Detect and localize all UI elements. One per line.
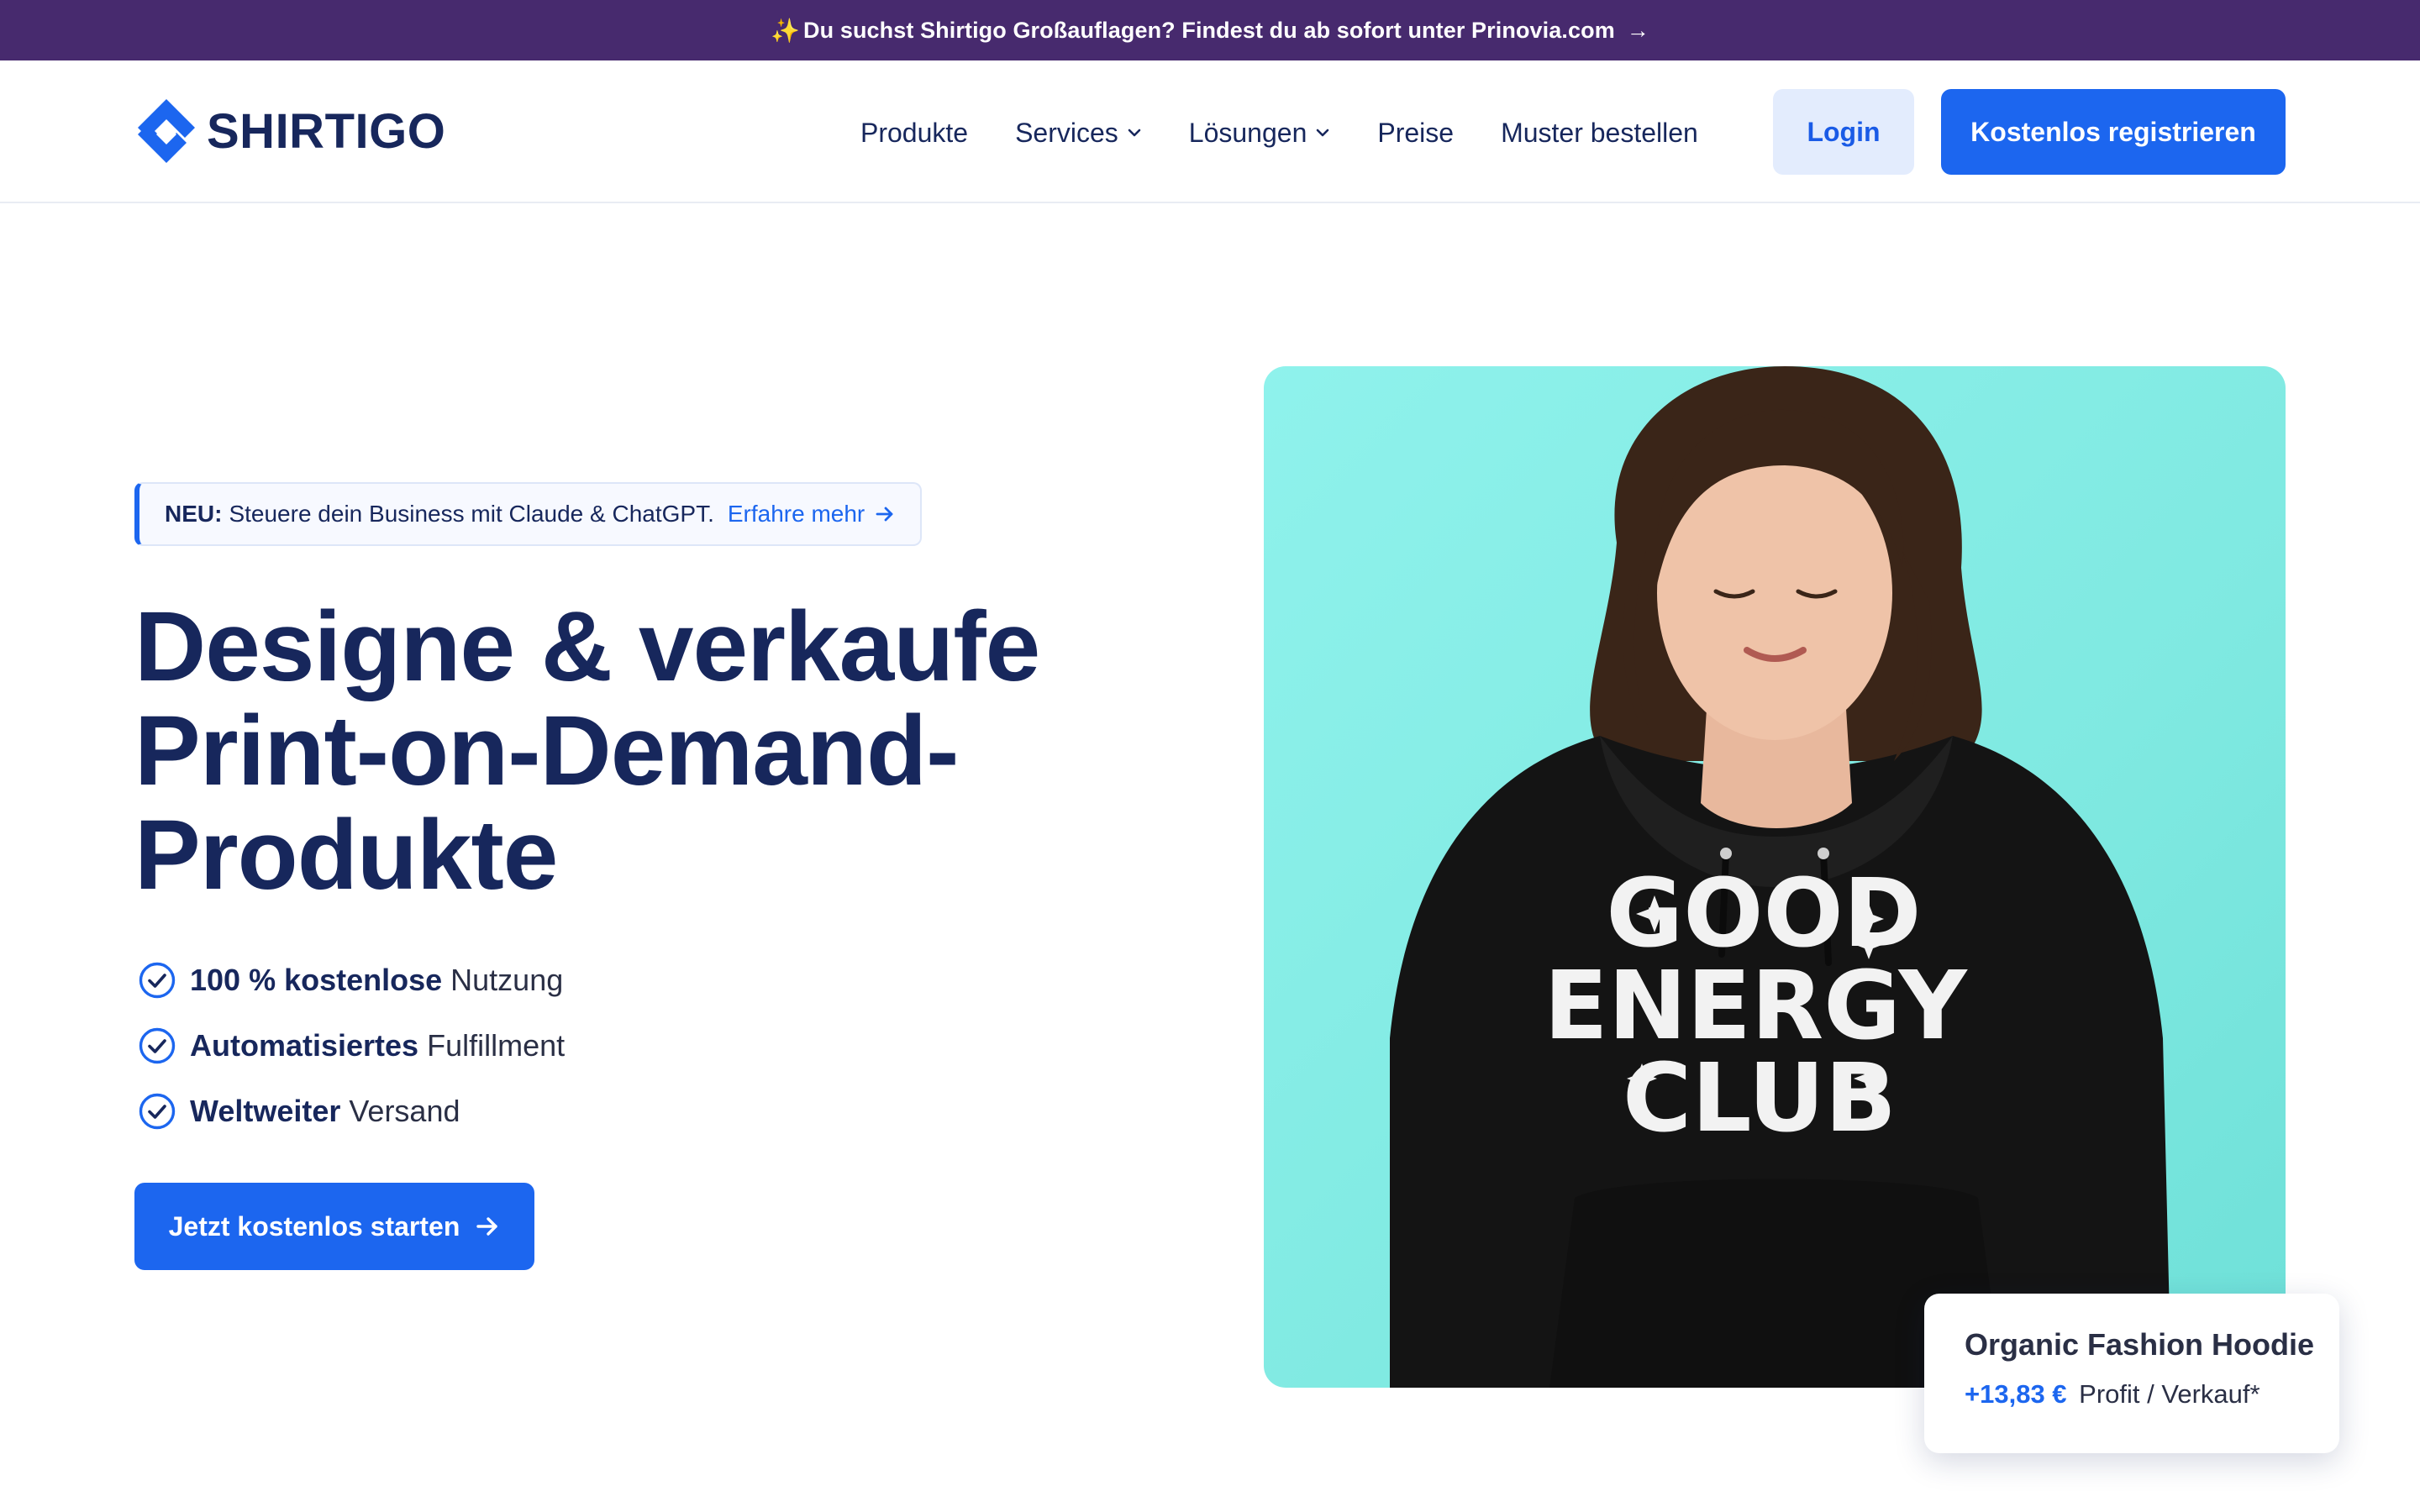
announcement-text: Du suchst Shirtigo Großauflagen? Findest… (803, 17, 1615, 43)
profit-suffix: Profit / Verkauf* (2079, 1379, 2260, 1409)
hero-title-line: Designe & verkaufe (134, 591, 1040, 702)
nav-item-produkte[interactable]: Produkte (860, 118, 968, 149)
nav-item-muster-bestellen[interactable]: Muster bestellen (1501, 118, 1698, 149)
pill-badge: NEU: (165, 501, 223, 527)
profit-value: +13,83 € (1965, 1379, 2067, 1409)
product-name: Organic Fashion Hoodie (1965, 1327, 2315, 1362)
arrow-right-icon: → (1626, 17, 1649, 43)
announcement-bar[interactable]: ✨ Du suchst Shirtigo Großauflagen? Finde… (0, 0, 2420, 60)
learn-more-label: Erfahre mehr (727, 501, 865, 527)
chevron-down-icon (1317, 129, 1329, 137)
check-circle-icon (139, 962, 176, 999)
feature-item: Weltweiter Versand (138, 1079, 565, 1144)
logo-text: SHIRTIGO (207, 103, 446, 159)
nav-label: Lösungen (1188, 117, 1307, 148)
nav-item-preise[interactable]: Preise (1377, 118, 1454, 149)
pill-text: Steuere dein Business mit Claude & ChatG… (229, 501, 714, 527)
nav-item-services[interactable]: Services (1015, 118, 1142, 149)
feature-item: 100 % kostenlose Nutzung (138, 948, 565, 1013)
chevron-down-icon (1128, 129, 1141, 137)
sparkle-icon: ✨ (771, 17, 801, 44)
hero-product-image: GOOD ENERGY CLUB (1264, 366, 2286, 1388)
arrow-right-icon (876, 507, 893, 522)
feature-text: Fulfillment (427, 1028, 566, 1063)
nav-label: Services (1015, 117, 1118, 148)
feature-text: Nutzung (450, 963, 564, 997)
start-free-button[interactable]: Jetzt kostenlos starten (134, 1183, 534, 1270)
shirtigo-logo-icon (138, 99, 195, 163)
register-button[interactable]: Kostenlos registrieren (1941, 89, 2286, 175)
hero-title: Designe & verkaufe Print-on-Demand- Prod… (134, 595, 1176, 907)
hero-title-line: Produkte (134, 800, 558, 911)
feature-item: Automatisiertes Fulfillment (138, 1013, 565, 1079)
cta-label: Jetzt kostenlos starten (168, 1210, 460, 1242)
hero-title-line: Print-on-Demand- (134, 696, 959, 806)
nav-label: Produkte (860, 117, 969, 148)
profit-line: +13,83 € Profit / Verkauf* (1965, 1379, 2339, 1410)
product-profit-card: Organic Fashion Hoodie +13,83 € Profit /… (1924, 1294, 2339, 1453)
check-circle-icon (139, 1093, 176, 1130)
nav-item-loesungen[interactable]: Lösungen (1189, 118, 1331, 149)
logo[interactable]: SHIRTIGO (134, 96, 445, 166)
print-line: CLUB (1623, 1044, 1897, 1153)
feature-bold: Automatisiertes (190, 1028, 419, 1063)
nav-label: Preise (1377, 117, 1455, 148)
learn-more-link[interactable]: Erfahre mehr (728, 501, 895, 528)
feature-text: Versand (349, 1094, 460, 1128)
feature-list: 100 % kostenlose Nutzung Automatisiertes… (138, 948, 565, 1144)
main-nav: Produkte Services Lösungen Preise Muster… (860, 108, 1745, 158)
model-in-hoodie-illustration: GOOD ENERGY CLUB (1390, 366, 2171, 1388)
feature-bold: 100 % kostenlose (190, 963, 443, 997)
announcement-pill: NEU: Steuere dein Business mit Claude & … (134, 482, 923, 546)
site-header: SHIRTIGO Produkte Services Lösungen Prei… (0, 60, 2420, 203)
arrow-right-icon (476, 1217, 498, 1236)
feature-bold: Weltweiter (190, 1094, 341, 1128)
nav-label: Muster bestellen (1501, 117, 1698, 148)
login-button[interactable]: Login (1773, 89, 1914, 175)
check-circle-icon (139, 1027, 176, 1064)
